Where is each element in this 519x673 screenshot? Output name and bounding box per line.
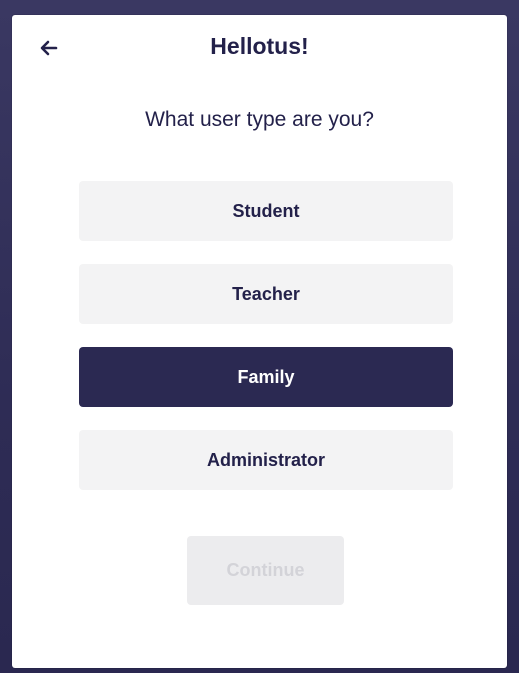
option-label: Student (232, 200, 300, 221)
option-label: Teacher (232, 283, 300, 304)
continue-button[interactable]: Continue (187, 536, 344, 605)
option-student[interactable]: Student (79, 181, 453, 241)
continue-label: Continue (226, 560, 305, 580)
user-type-dialog: Hellotus! What user type are you? Studen… (12, 15, 507, 668)
option-label: Family (237, 366, 295, 387)
dialog-header: Hellotus! (12, 15, 507, 85)
option-label: Administrator (206, 449, 325, 470)
option-teacher[interactable]: Teacher (79, 264, 453, 324)
user-type-question: What user type are you? (145, 108, 374, 131)
option-family[interactable]: Family (79, 347, 453, 407)
option-administrator[interactable]: Administrator (79, 430, 453, 490)
dialog-title: Hellotus! (210, 33, 309, 59)
